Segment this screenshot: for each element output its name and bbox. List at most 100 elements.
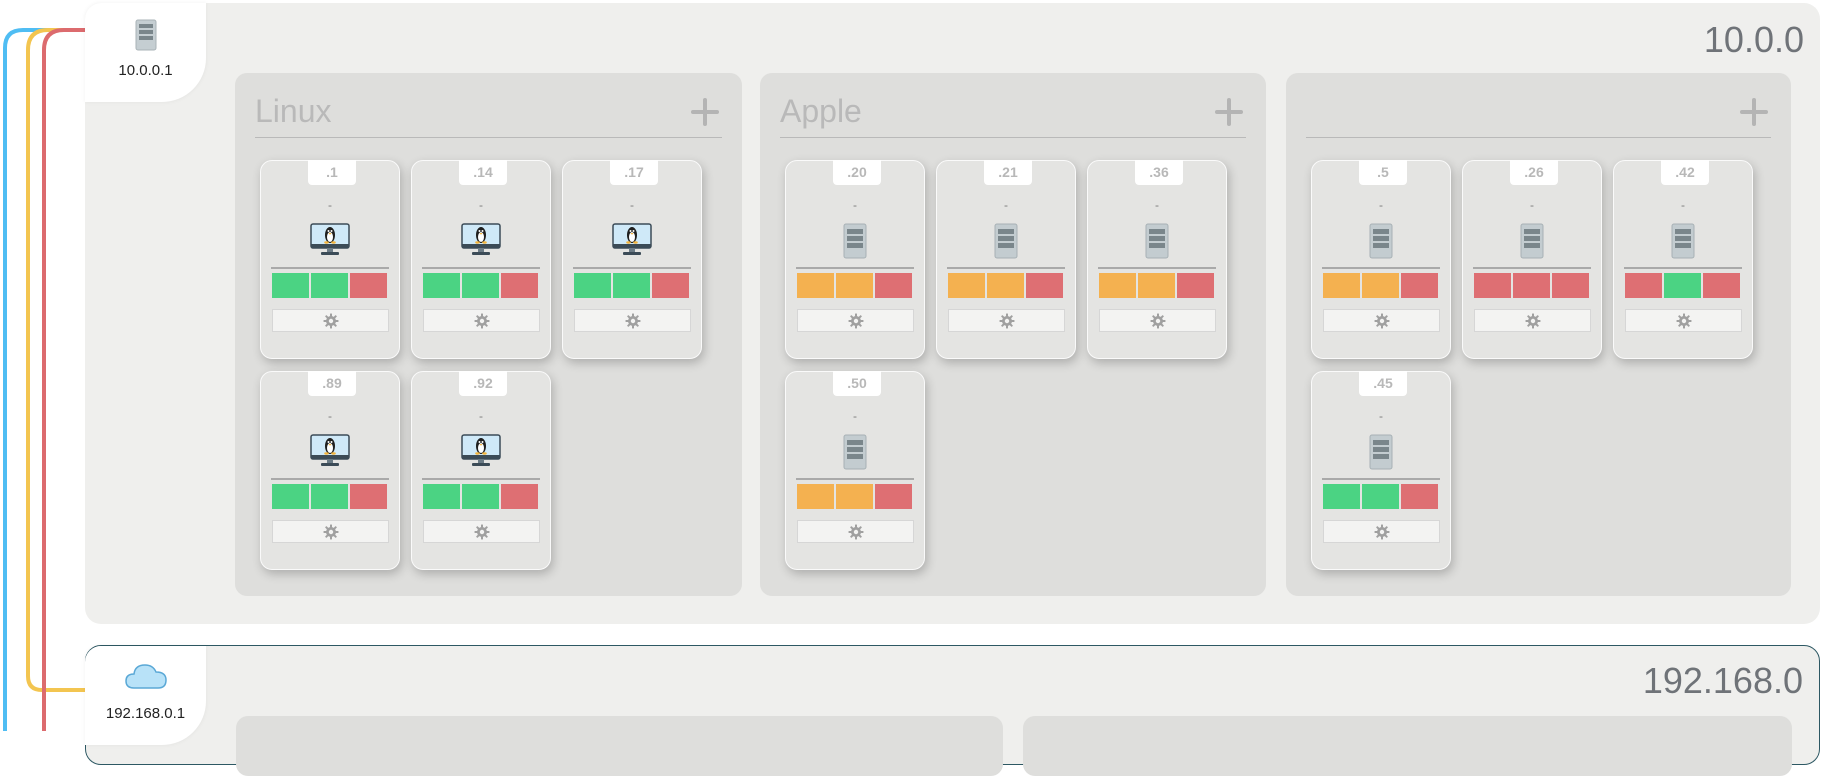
group-panel-apple: Apple .20 - .21 - .36 - .50 - [760,73,1266,596]
host-name: - [328,198,332,212]
card-divider [1473,267,1591,269]
gateway-ip: 192.168.0.1 [105,705,186,722]
card-divider [422,478,540,480]
linux-computer-icon [261,223,399,263]
group-panel-unnamed: .5 - .26 - .42 - .45 - [1286,73,1791,596]
host-card[interactable]: .5 - [1311,160,1451,359]
host-card[interactable]: .92 - [411,371,551,570]
status-indicator-orange [1362,273,1399,298]
status-indicator-red [1625,273,1662,298]
host-card[interactable]: .50 - [785,371,925,570]
status-row [1323,273,1438,298]
link-yellow [26,28,85,692]
linux-computer-icon [261,434,399,474]
host-name: - [630,198,634,212]
host-card[interactable]: .1 - [260,160,400,359]
host-name: - [1155,198,1159,212]
card-divider [1098,267,1216,269]
status-indicator-green [574,273,611,298]
host-card[interactable]: .14 - [411,160,551,359]
host-card[interactable]: .20 - [785,160,925,359]
add-host-button[interactable] [690,97,720,127]
status-indicator-red [1474,273,1511,298]
status-row [574,273,689,298]
settings-button[interactable] [423,309,540,332]
host-card[interactable]: .45 - [1311,371,1451,570]
gear-icon [625,312,641,329]
host-octet: .5 [1359,160,1407,185]
server-icon [85,19,206,56]
add-host-button[interactable] [1214,97,1244,127]
gear-icon [474,523,490,540]
status-indicator-orange [1323,273,1360,298]
status-indicator-green [1362,484,1399,509]
settings-button[interactable] [797,309,914,332]
host-card[interactable]: .26 - [1462,160,1602,359]
settings-button[interactable] [423,520,540,543]
status-row [423,273,538,298]
host-name: - [1004,198,1008,212]
settings-button[interactable] [272,520,389,543]
host-card[interactable]: .17 - [562,160,702,359]
status-indicator-red [875,484,912,509]
server-icon [786,223,924,263]
settings-button[interactable] [272,309,389,332]
status-indicator-red [501,273,538,298]
status-indicator-green [311,273,348,298]
settings-button[interactable] [1625,309,1742,332]
status-indicator-orange [797,273,834,298]
gear-icon [848,312,864,329]
status-indicator-red [350,484,387,509]
host-card[interactable]: .21 - [936,160,1076,359]
add-host-button[interactable] [1739,97,1769,127]
host-card[interactable]: .42 - [1613,160,1753,359]
subnet-panel: 10.0.0 Linux .1 - .14 - .17 - .89 - .92 - Apple .… [85,3,1820,624]
host-card[interactable]: .36 - [1087,160,1227,359]
host-octet: .21 [984,160,1032,185]
status-indicator-orange [1138,273,1175,298]
host-octet: .26 [1510,160,1558,185]
network-links [3,28,85,731]
settings-button[interactable] [1474,309,1591,332]
host-name: - [479,409,483,423]
host-card[interactable]: .89 - [260,371,400,570]
status-indicator-orange [836,484,873,509]
status-indicator-green [423,273,460,298]
gear-icon [323,312,339,329]
status-indicator-red [1401,273,1438,298]
settings-button[interactable] [574,309,691,332]
status-indicator-red [350,273,387,298]
status-indicator-red [1026,273,1063,298]
card-divider [1322,478,1440,480]
subnet-title: 192.168.0 [1642,660,1803,701]
subnet-title: 10.0.0 [1703,19,1804,60]
server-icon [937,223,1075,263]
group-panel [236,716,1003,776]
host-name: - [1379,409,1383,423]
status-indicator-green [1664,273,1701,298]
host-name: - [853,409,857,423]
status-indicator-green [462,273,499,298]
card-divider [422,267,540,269]
status-row [797,273,912,298]
status-row [948,273,1063,298]
gear-icon [474,312,490,329]
host-name: - [1530,198,1534,212]
group-divider [780,137,1246,138]
settings-button[interactable] [1323,309,1440,332]
gateway-node[interactable]: 10.0.0.1 [85,3,206,102]
status-row [1474,273,1589,298]
settings-button[interactable] [1323,520,1440,543]
card-divider [271,478,389,480]
linux-computer-icon [412,223,550,263]
host-octet: .42 [1661,160,1709,185]
host-octet: .14 [459,160,507,185]
gear-icon [999,312,1015,329]
server-icon [1463,223,1601,263]
gateway-node[interactable]: 192.168.0.1 [85,646,206,745]
settings-button[interactable] [948,309,1065,332]
settings-button[interactable] [797,520,914,543]
settings-button[interactable] [1099,309,1216,332]
status-indicator-red [1552,273,1589,298]
status-indicator-green [613,273,650,298]
